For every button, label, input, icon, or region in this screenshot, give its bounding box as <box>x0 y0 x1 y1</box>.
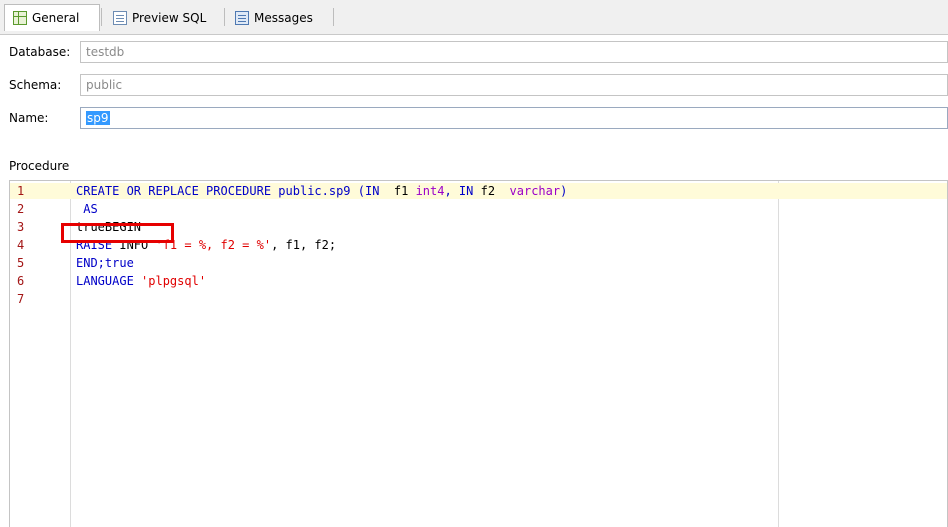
code-text: CREATE OR REPLACE PROCEDURE public.sp9 (… <box>76 184 568 198</box>
schema-value: public <box>86 78 123 92</box>
tab-preview-sql-label: Preview SQL <box>132 10 207 25</box>
tab-general[interactable]: General <box>4 4 100 31</box>
grid-icon <box>13 11 27 25</box>
name-input[interactable]: sp9 <box>80 107 948 129</box>
procedure-label: Procedure <box>9 159 70 173</box>
line-number: 6 <box>17 274 25 288</box>
database-label: Database: <box>9 45 71 59</box>
procedure-editor[interactable]: 1 CREATE OR REPLACE PROCEDURE public.sp9… <box>9 180 948 527</box>
tab-messages[interactable]: Messages <box>226 4 332 30</box>
name-label: Name: <box>9 111 49 125</box>
database-value: testdb <box>86 45 125 59</box>
tab-preview-sql[interactable]: Preview SQL <box>104 4 222 30</box>
schema-field[interactable]: public <box>80 74 948 96</box>
code-text: LANGUAGE 'plpgsql' <box>76 274 207 288</box>
line-number: 1 <box>17 184 25 198</box>
code-line[interactable]: 4 RAISE INFO 'f1 = %, f2 = %', f1, f2; <box>10 237 947 253</box>
document-icon <box>113 10 127 25</box>
database-field[interactable]: testdb <box>80 41 948 63</box>
code-line[interactable]: 2 AS <box>10 201 947 217</box>
name-value: sp9 <box>86 111 110 125</box>
schema-label: Schema: <box>9 78 62 92</box>
code-text: AS <box>76 202 98 216</box>
messages-icon <box>235 10 249 25</box>
line-number: 3 <box>17 220 25 234</box>
line-number: 2 <box>17 202 25 216</box>
tab-divider <box>101 8 102 26</box>
code-text: RAISE INFO 'f1 = %, f2 = %', f1, f2; <box>76 238 337 252</box>
code-line[interactable]: 7 <box>10 291 947 307</box>
code-line[interactable]: 5 END;true <box>10 255 947 271</box>
code-text: trueBEGIN <box>76 220 142 234</box>
code-line[interactable]: 6 LANGUAGE 'plpgsql' <box>10 273 947 289</box>
code-text: END;true <box>76 256 134 270</box>
tab-messages-label: Messages <box>254 10 313 25</box>
tab-divider <box>224 8 225 26</box>
tab-divider <box>333 8 334 26</box>
code-line[interactable]: 1 CREATE OR REPLACE PROCEDURE public.sp9… <box>10 183 947 199</box>
tab-general-label: General <box>32 11 80 25</box>
line-number: 5 <box>17 256 25 270</box>
tab-bar: General Preview SQL Messages <box>0 0 948 35</box>
line-number: 7 <box>17 292 25 306</box>
line-number: 4 <box>17 238 25 252</box>
code-line[interactable]: 3 trueBEGIN <box>10 219 947 235</box>
